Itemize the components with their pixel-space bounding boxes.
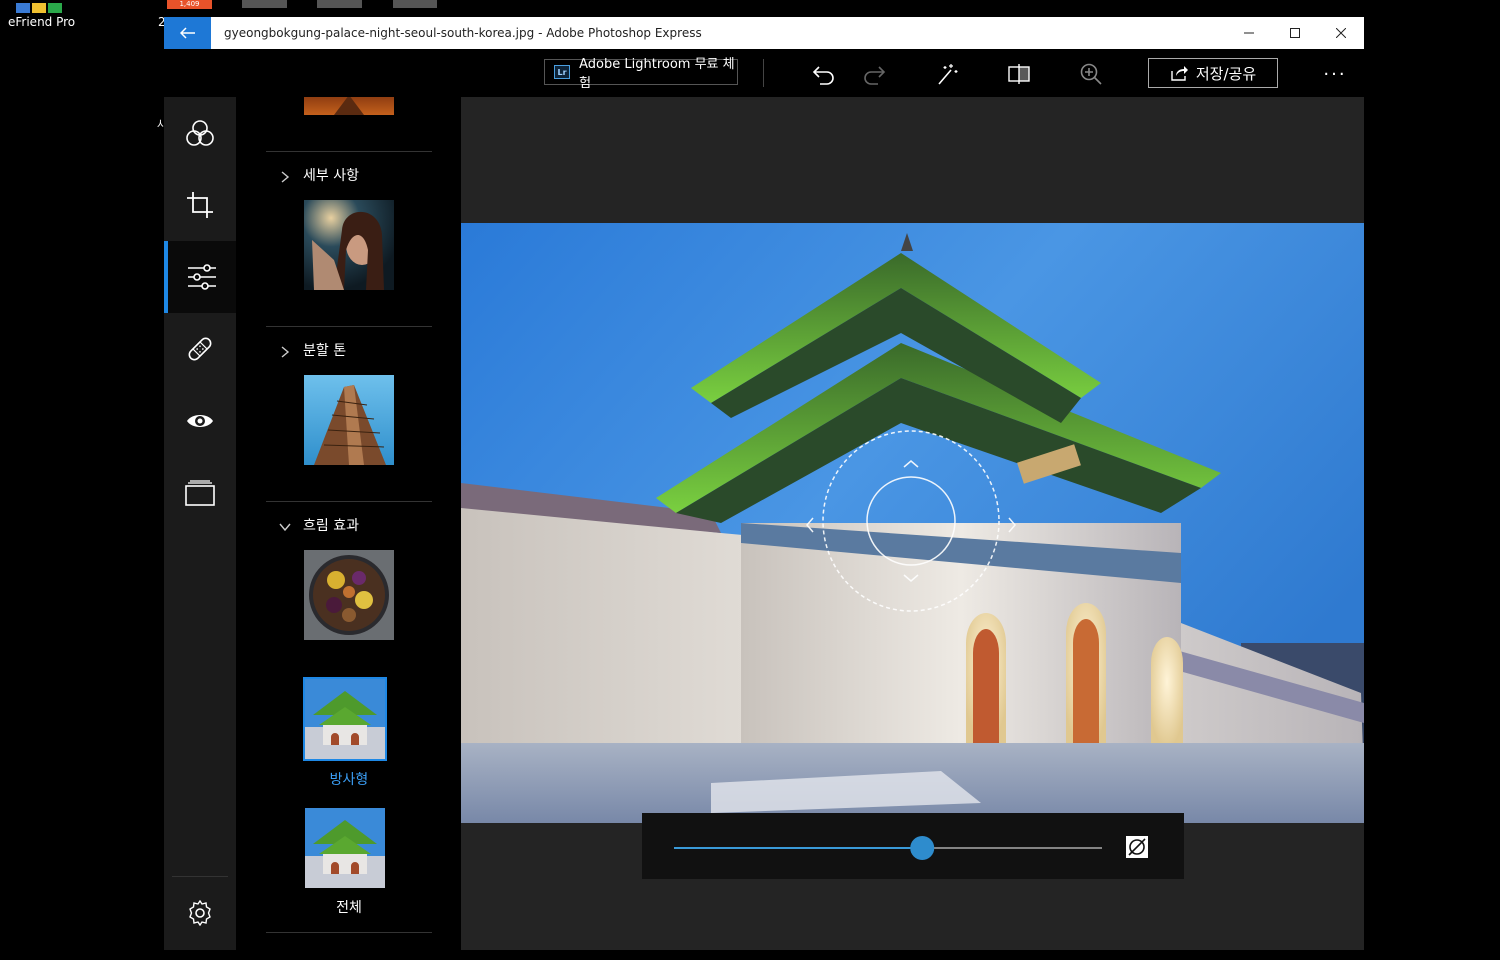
magic-wand-icon bbox=[938, 64, 958, 85]
auto-fix-button[interactable] bbox=[934, 61, 960, 87]
thumbnail-detail[interactable] bbox=[304, 200, 394, 290]
back-button[interactable] bbox=[164, 17, 211, 49]
title-bar: gyeongbokgung-palace-night-seoul-south-k… bbox=[164, 17, 1364, 49]
compare-button[interactable] bbox=[1006, 61, 1032, 87]
save-share-label: 저장/공유 bbox=[1195, 64, 1257, 83]
blur-slider-bar bbox=[642, 813, 1184, 879]
section-header-blur[interactable]: 흐림 효과 bbox=[303, 515, 359, 535]
visibility-toggle-icon bbox=[1126, 836, 1148, 858]
rail-item-crop[interactable] bbox=[164, 169, 236, 241]
thumbnail-full bbox=[305, 808, 385, 888]
window-title: gyeongbokgung-palace-night-seoul-south-k… bbox=[224, 26, 702, 40]
sliders-icon bbox=[188, 264, 216, 290]
section-divider bbox=[266, 151, 432, 152]
lightroom-logo-icon: Lr bbox=[554, 65, 571, 79]
top-toolbar: Lr Adobe Lightroom 무료 체험 저장/공유 ··· bbox=[164, 49, 1364, 97]
circles-icon bbox=[186, 120, 214, 146]
section-header-detail[interactable]: 세부 사항 bbox=[303, 165, 359, 185]
blur-option-label-full: 전체 bbox=[336, 900, 362, 916]
redo-icon bbox=[864, 66, 886, 85]
chevron-right-icon[interactable] bbox=[278, 345, 292, 359]
section-divider bbox=[266, 501, 432, 502]
lightroom-trial-label: Adobe Lightroom 무료 체험 bbox=[579, 57, 735, 91]
desktop-icon-label[interactable]: eFriend Pro bbox=[8, 15, 75, 29]
desktop-app-icon[interactable] bbox=[16, 0, 64, 13]
zoom-button[interactable] bbox=[1078, 61, 1104, 87]
redo-button[interactable] bbox=[861, 61, 887, 87]
thumbnail-previous[interactable] bbox=[304, 97, 394, 115]
rail-item-looks[interactable] bbox=[164, 97, 236, 169]
blur-option-label-radial: 방사형 bbox=[329, 772, 369, 788]
rail-item-red-eye[interactable] bbox=[164, 385, 236, 457]
section-divider bbox=[266, 932, 432, 933]
maximize-icon bbox=[1290, 28, 1300, 38]
app-window: gyeongbokgung-palace-night-seoul-south-k… bbox=[164, 17, 1364, 950]
blur-amount-slider[interactable] bbox=[642, 813, 1184, 879]
desktop-thumbnail[interactable] bbox=[317, 0, 362, 8]
compare-icon bbox=[1008, 64, 1030, 84]
minimize-icon bbox=[1244, 32, 1254, 34]
bandage-icon bbox=[188, 337, 212, 361]
settings-button[interactable] bbox=[164, 877, 236, 949]
tool-rail bbox=[164, 97, 236, 950]
desktop-thumbnail[interactable] bbox=[242, 0, 287, 8]
arrow-left-icon bbox=[179, 27, 195, 39]
chevron-right-icon[interactable] bbox=[278, 170, 292, 184]
undo-icon bbox=[812, 66, 834, 85]
thumbnail-split-tone[interactable] bbox=[304, 375, 394, 465]
crop-icon bbox=[187, 192, 213, 218]
image-canvas[interactable] bbox=[461, 97, 1364, 950]
save-share-button[interactable]: 저장/공유 bbox=[1148, 58, 1278, 88]
gear-icon bbox=[189, 900, 211, 926]
desktop-thumbnail[interactable] bbox=[393, 0, 437, 8]
undo-button[interactable] bbox=[811, 61, 837, 87]
options-panel: 세부 사항 분할 톤 흐림 효과 방사형 전체 bbox=[236, 97, 461, 950]
rail-item-heal[interactable] bbox=[164, 313, 236, 385]
toolbar-divider bbox=[763, 59, 764, 87]
zoom-in-icon bbox=[1080, 63, 1102, 85]
thumbnail-radial bbox=[303, 677, 387, 761]
section-divider bbox=[266, 326, 432, 327]
more-options-button[interactable]: ··· bbox=[1319, 61, 1351, 87]
blur-toggle-button[interactable] bbox=[1125, 835, 1149, 859]
edited-photo[interactable] bbox=[461, 223, 1364, 823]
maximize-button[interactable] bbox=[1272, 17, 1318, 49]
share-icon bbox=[1171, 66, 1188, 81]
chevron-down-icon[interactable] bbox=[278, 520, 292, 534]
frame-icon bbox=[185, 480, 215, 506]
close-icon bbox=[1336, 28, 1346, 38]
minimize-button[interactable] bbox=[1226, 17, 1272, 49]
slider-thumb[interactable] bbox=[910, 836, 935, 860]
rail-item-adjustments[interactable] bbox=[164, 241, 236, 313]
section-header-split-tone[interactable]: 분할 톤 bbox=[303, 340, 346, 360]
thumbnail-blur[interactable] bbox=[304, 550, 394, 640]
desktop-badge: 1,409 bbox=[167, 0, 212, 9]
rail-item-borders[interactable] bbox=[164, 457, 236, 529]
lightroom-trial-button[interactable]: Lr Adobe Lightroom 무료 체험 bbox=[544, 57, 738, 91]
close-button[interactable] bbox=[1318, 17, 1364, 49]
eye-icon bbox=[187, 415, 213, 427]
